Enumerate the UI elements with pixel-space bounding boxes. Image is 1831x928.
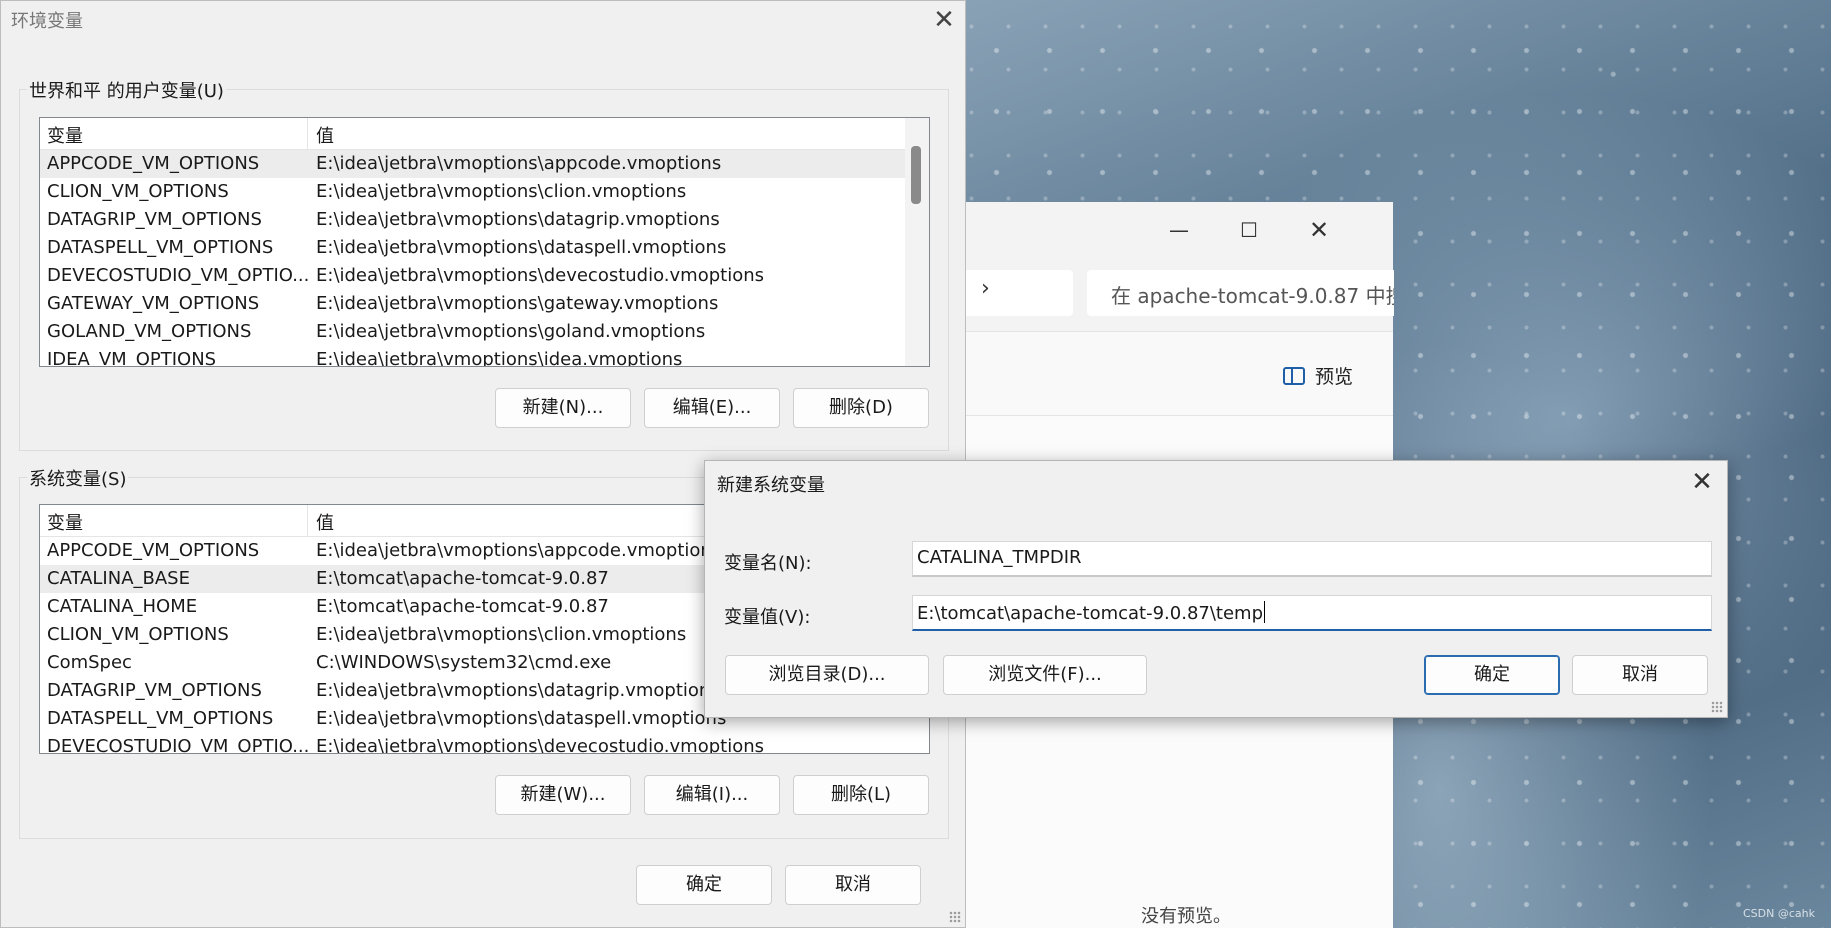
table-row[interactable]: DATAGRIP_VM_OPTIONS E:\idea\jetbra\vmopti… <box>40 206 929 234</box>
variable-name-cell: DATASPELL_VM_OPTIONS <box>47 708 274 729</box>
resize-grip-icon[interactable] <box>1711 701 1723 713</box>
variable-value-cell: E:\idea\jetbra\vmoptions\goland.vmoption… <box>316 321 706 342</box>
variable-value-input[interactable]: E:\tomcat\apache-tomcat-9.0.87\temp <box>912 595 1712 631</box>
search-input[interactable]: 在 apache-tomcat-9.0.87 中搜索 <box>1087 270 1394 316</box>
variable-value-cell: E:\idea\jetbra\vmoptions\devecostudio.vm… <box>316 265 765 286</box>
table-row[interactable]: DEVECOSTUDIO_VM_OPTIO... E:\idea\jetbra\v… <box>40 733 929 754</box>
maximize-icon[interactable]: ☐ <box>1219 212 1279 248</box>
variable-value-cell: E:\idea\jetbra\vmoptions\clion.vmoptions <box>316 181 687 202</box>
ok-button[interactable]: 确定 <box>1424 655 1560 695</box>
explorer-navbar: › 在 apache-tomcat-9.0.87 中搜索 <box>961 258 1394 332</box>
cancel-button[interactable]: 取消 <box>1572 655 1708 695</box>
variable-name-cell: DATAGRIP_VM_OPTIONS <box>47 209 262 230</box>
user-new-button[interactable]: 新建(N)... <box>495 388 631 428</box>
variable-value-cell: E:\idea\jetbra\vmoptions\devecostudio.vm… <box>316 736 765 754</box>
variable-value-cell: E:\tomcat\apache-tomcat-9.0.87 <box>316 596 609 617</box>
variable-name-cell: DEVECOSTUDIO_VM_OPTIO... <box>47 265 308 286</box>
preview-pane-icon <box>1283 366 1305 385</box>
address-bar[interactable] <box>961 270 1073 316</box>
user-variables-list[interactable]: 变量 值 APPCODE_VM_OPTIONS E:\idea\jetbra\vm… <box>39 117 930 367</box>
variable-value-cell: E:\idea\jetbra\vmoptions\dataspell.vmopt… <box>316 237 727 258</box>
list-header: 变量 值 <box>40 118 929 150</box>
variable-name-cell: CLION_VM_OPTIONS <box>47 624 229 645</box>
resize-grip-icon[interactable] <box>949 911 961 923</box>
preview-button[interactable]: 预览 <box>1283 362 1353 389</box>
variable-name-cell: DATAGRIP_VM_OPTIONS <box>47 680 262 701</box>
table-row[interactable]: CLION_VM_OPTIONS E:\idea\jetbra\vmoptions… <box>40 178 929 206</box>
variable-name-cell: DATASPELL_VM_OPTIONS <box>47 237 274 258</box>
text-caret <box>1264 601 1266 623</box>
column-header-name[interactable]: 变量 <box>40 118 308 149</box>
variable-name-cell: ComSpec <box>47 652 132 673</box>
close-icon[interactable]: ✕ <box>929 5 959 35</box>
close-icon[interactable]: ✕ <box>1289 212 1349 248</box>
column-header-value[interactable]: 值 <box>308 118 334 149</box>
variable-value-cell: E:\idea\jetbra\vmoptions\datagrip.vmopti… <box>316 209 720 230</box>
table-row[interactable]: GATEWAY_VM_OPTIONS E:\idea\jetbra\vmoptio… <box>40 290 929 318</box>
new-system-variable-dialog: 新建系统变量 ✕ 变量名(N): CATALINA_TMPDIR 变量值(V):… <box>704 460 1728 718</box>
variable-name-cell: DEVECOSTUDIO_VM_OPTIO... <box>47 736 308 754</box>
variable-value-text: E:\tomcat\apache-tomcat-9.0.87\temp <box>917 603 1264 624</box>
cancel-button[interactable]: 取消 <box>785 865 921 905</box>
system-new-button[interactable]: 新建(W)... <box>495 775 631 815</box>
system-variables-label: 系统变量(S) <box>27 465 129 491</box>
browse-directory-button[interactable]: 浏览目录(D)... <box>725 655 929 695</box>
variable-name-cell: CATALINA_HOME <box>47 596 198 617</box>
column-header-name[interactable]: 变量 <box>40 505 308 536</box>
table-row[interactable]: GOLAND_VM_OPTIONS E:\idea\jetbra\vmoption… <box>40 318 929 346</box>
explorer-commandbar: 预览 <box>961 332 1393 416</box>
explorer-titlebar: — ☐ ✕ <box>961 202 1393 258</box>
variable-value-cell: E:\idea\jetbra\vmoptions\gateway.vmoptio… <box>316 293 719 314</box>
table-row[interactable]: APPCODE_VM_OPTIONS E:\idea\jetbra\vmoptio… <box>40 150 929 178</box>
variable-name-cell: CATALINA_BASE <box>47 568 190 589</box>
chevron-right-icon[interactable]: › <box>981 276 990 301</box>
variable-value-cell: E:\idea\jetbra\vmoptions\appcode.vmoptio… <box>316 153 722 174</box>
variable-value-cell: E:\idea\jetbra\vmoptions\appcode.vmoptio… <box>316 540 722 561</box>
browse-file-button[interactable]: 浏览文件(F)... <box>943 655 1147 695</box>
variable-name-label: 变量名(N): <box>724 553 812 574</box>
variable-name-cell: APPCODE_VM_OPTIONS <box>47 540 260 561</box>
variable-value-cell: E:\idea\jetbra\vmoptions\idea.vmoptions <box>316 349 683 367</box>
variable-name-cell: GATEWAY_VM_OPTIONS <box>47 293 260 314</box>
system-delete-button[interactable]: 删除(L) <box>793 775 929 815</box>
table-row[interactable]: IDEA_VM_OPTIONS E:\idea\jetbra\vmoptions\… <box>40 346 929 367</box>
variable-name-cell: IDEA_VM_OPTIONS <box>47 349 217 367</box>
system-edit-button[interactable]: 编辑(I)... <box>644 775 780 815</box>
scrollbar[interactable] <box>905 118 929 366</box>
dialog-title: 环境变量 <box>11 11 83 32</box>
preview-label: 预览 <box>1315 366 1354 388</box>
variable-name-cell: GOLAND_VM_OPTIONS <box>47 321 252 342</box>
ok-button[interactable]: 确定 <box>636 865 772 905</box>
user-delete-button[interactable]: 删除(D) <box>793 388 929 428</box>
dialog-title: 新建系统变量 <box>717 475 825 496</box>
variable-name-value: CATALINA_TMPDIR <box>917 547 1082 568</box>
variable-value-cell: E:\tomcat\apache-tomcat-9.0.87 <box>316 568 609 589</box>
no-preview-text: 没有预览。 <box>1141 906 1231 927</box>
variable-name-cell: APPCODE_VM_OPTIONS <box>47 153 260 174</box>
watermark: CSDN @cahk <box>1743 907 1815 920</box>
variable-value-cell: E:\idea\jetbra\vmoptions\clion.vmoptions <box>316 624 687 645</box>
scrollbar-thumb[interactable] <box>911 146 921 204</box>
table-row[interactable]: DEVECOSTUDIO_VM_OPTIO... E:\idea\jetbra\v… <box>40 262 929 290</box>
variable-value-cell: E:\idea\jetbra\vmoptions\datagrip.vmopti… <box>316 680 720 701</box>
variable-value-label: 变量值(V): <box>724 607 811 628</box>
minimize-icon[interactable]: — <box>1149 212 1209 248</box>
close-icon[interactable]: ✕ <box>1687 467 1717 497</box>
user-variables-label: 世界和平 的用户变量(U) <box>27 77 226 103</box>
variable-value-cell: C:\WINDOWS\system32\cmd.exe <box>316 652 612 673</box>
column-header-value[interactable]: 值 <box>308 505 334 536</box>
variable-name-cell: CLION_VM_OPTIONS <box>47 181 229 202</box>
variable-value-cell: E:\idea\jetbra\vmoptions\dataspell.vmopt… <box>316 708 727 729</box>
variable-name-input[interactable]: CATALINA_TMPDIR <box>912 541 1712 577</box>
user-edit-button[interactable]: 编辑(E)... <box>644 388 780 428</box>
table-row[interactable]: DATASPELL_VM_OPTIONS E:\idea\jetbra\vmopt… <box>40 234 929 262</box>
